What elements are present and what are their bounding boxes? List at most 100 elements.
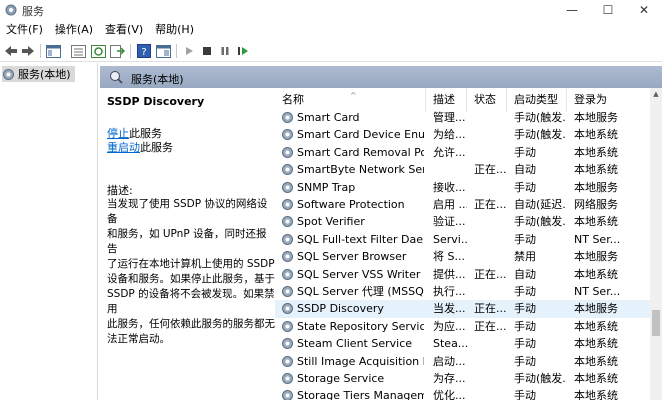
title-bar: 服务 — ☐ ✕ [0,0,662,20]
service-startup-type: 手动 [514,337,536,351]
service-description: Servi... [433,232,467,246]
tree-item-services-local[interactable]: 服务(本地) [2,66,75,82]
start-service-button[interactable] [181,43,197,59]
menu-help[interactable]: 帮助(H) [149,20,200,40]
gear-icon [282,199,293,210]
table-row[interactable]: Smart Card 管理... 手动(触发... 本地服务 [275,109,650,126]
restart-service-link[interactable]: 重启动 [107,141,140,154]
description-label: 描述: [107,184,133,197]
properties-view-button[interactable] [70,43,86,59]
service-logon: NT Ser... [574,285,621,298]
gear-icon [3,68,14,80]
console-view-button[interactable] [155,43,171,59]
play-icon [186,47,193,55]
service-startup-type: 禁用 [514,250,536,264]
service-logon: 本地系统 [574,337,618,351]
service-name: Storage Service [297,372,385,385]
service-name: Software Protection [297,198,405,211]
service-logon: 本地服务 [574,180,618,194]
table-row[interactable]: Storage Service 为存... 手动(触发... 本地系统 [275,370,650,387]
service-description [433,161,467,178]
back-button[interactable] [3,43,19,59]
service-status: 正在... [474,163,507,177]
table-row-selected[interactable]: SSDP Discovery 当发... 正在... 手动 本地服务 [275,300,650,318]
table-row[interactable]: Smart Card Device Enumer... 为给... 手动(触发...… [275,126,650,143]
service-description: 优化... [433,389,466,400]
table-row[interactable]: SQL Full-text Filter Daemo... Servi... 手动 N… [275,231,650,248]
description-text: 当发现了使用 SSDP 协议的网络设备 和服务，如 UPnP 设备，同时还报告 … [107,197,275,347]
service-description: 启动... [433,354,466,368]
service-logon: 本地系统 [574,389,618,400]
svg-text:?: ? [141,47,146,58]
pause-icon [221,47,229,55]
table-row[interactable]: State Repository Service 为应... 正在... 手动 本地系统 [275,318,650,335]
table-row[interactable]: SQL Server Browser 将 S... 禁用 本地服务 [275,248,650,265]
service-logon: 本地系统 [574,319,618,333]
menu-action[interactable]: 操作(A) [49,20,99,40]
service-startup-type: 手动 [514,354,536,368]
gear-icon [282,286,293,297]
service-description: 启用 ... [433,198,467,211]
service-status [474,353,507,370]
service-name: Smart Card Device Enumer... [297,128,424,142]
service-logon: 本地系统 [574,354,618,368]
column-header-label: 状态 [474,93,496,106]
gear-icon [282,373,293,384]
table-row[interactable]: Smart Card Removal Policy 允许... 手动 本地系统 [275,144,650,161]
gear-icon [282,320,293,332]
sort-arrow-icon: ^ [350,91,357,100]
gear-icon [282,251,293,263]
refresh-button[interactable] [90,43,106,59]
service-status [474,126,507,143]
forward-arrow-icon [22,46,34,56]
service-startup-type: 手动(触发... [514,111,567,124]
vertical-scrollbar[interactable]: ▲ [650,88,662,400]
table-row[interactable]: Steam Client Service Stea... 手动 本地系统 [275,335,650,352]
service-startup-type: 手动 [514,319,536,333]
service-startup-type: 手动 [514,145,536,159]
restart-service-button[interactable] [235,43,251,59]
scroll-thumb[interactable] [652,310,660,336]
description-pane: SSDP Discovery 停止此服务 重启动此服务 描述: 当发现了使用 S… [100,88,275,400]
table-row[interactable]: SQL Server 代理 (MSSQLS... 执行... 手动 NT Ser... [275,283,650,300]
pause-service-button[interactable] [217,43,233,59]
export-list-button[interactable] [109,43,125,59]
service-startup-type: 手动 [514,180,536,194]
description-line: 和服务，如 UPnP 设备，同时还报告 [107,228,267,255]
description-line: 设备和服务。如果停止此服务，基于 [107,273,275,285]
gear-icon [282,355,293,367]
service-status: 正在... [474,302,507,316]
menu-file[interactable]: 文件(F) [0,20,49,40]
service-name: SNMP Trap [297,180,356,194]
restart-link-suffix: 此服务 [140,141,173,154]
service-logon: NT Ser... [574,232,621,246]
show-console-tree-button[interactable] [45,43,61,59]
table-row[interactable]: Software Protection 启用 ... 正在... 自动(延迟... 网络… [275,196,650,213]
table-row[interactable]: Spot Verifier 验证... 手动(触发... 本地系统 [275,213,650,230]
service-name: SmartByte Network Service [297,163,424,177]
minimize-button[interactable]: — [554,0,590,20]
table-row[interactable]: SQL Server VSS Writer 提供... 正在... 自动 本地系统 [275,266,650,283]
service-description: 将 S... [433,250,465,264]
scroll-up-icon[interactable]: ▲ [650,88,662,100]
restart-icon [238,47,248,55]
table-row[interactable]: Storage Tiers Management 优化... 手动 本地系统 [275,387,650,400]
service-status: 正在... [474,267,507,281]
table-row[interactable]: SmartByte Network Service 正在... 自动 本地系统 [275,161,650,178]
forward-button[interactable] [20,43,36,59]
table-row[interactable]: Still Image Acquisition Eve... 启动... 手动 本地系… [275,353,650,370]
column-header-label: 登录为 [574,93,607,106]
service-description: Stea... [433,337,467,351]
table-row[interactable]: SNMP Trap 接收... 手动 本地服务 [275,179,650,196]
service-status [474,335,507,352]
stop-icon [203,47,211,55]
help-button[interactable]: ? [136,43,152,59]
maximize-button[interactable]: ☐ [590,0,626,20]
gear-icon [282,181,293,193]
service-startup-type: 手动 [514,389,536,400]
service-logon: 本地服务 [574,302,618,316]
close-button[interactable]: ✕ [626,0,662,20]
stop-service-button[interactable] [199,43,215,59]
menu-bar: 文件(F) 操作(A) 查看(V) 帮助(H) [0,20,662,40]
menu-view[interactable]: 查看(V) [99,20,149,40]
